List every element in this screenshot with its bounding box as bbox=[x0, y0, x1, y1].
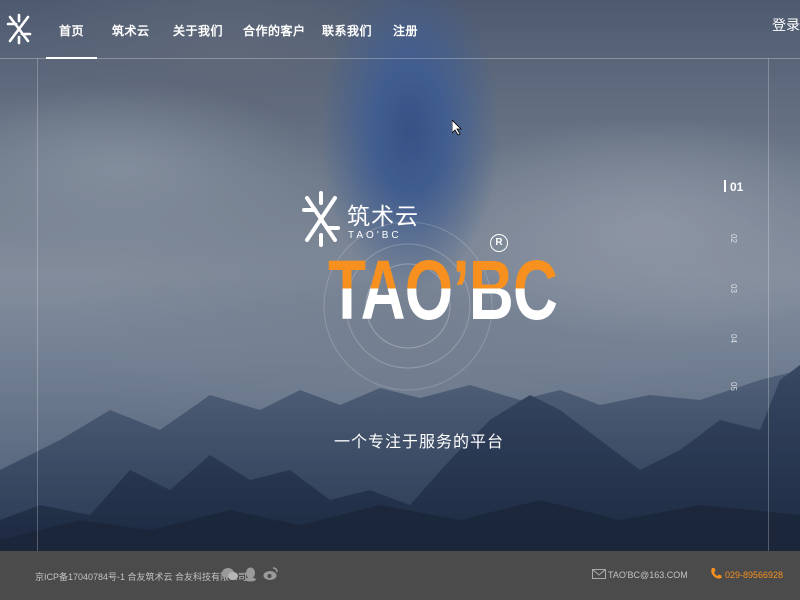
pager-item-05[interactable]: 05 bbox=[729, 382, 738, 391]
wechat-icon[interactable] bbox=[222, 567, 238, 581]
frame-line-left bbox=[37, 58, 38, 551]
brand-logo-icon bbox=[302, 191, 340, 247]
weibo-icon[interactable] bbox=[263, 567, 278, 581]
footer-email[interactable]: TAO'BC@163.COM bbox=[608, 570, 688, 580]
nav-register[interactable]: 注册 bbox=[393, 22, 418, 39]
pager-item-03[interactable]: 03 bbox=[729, 284, 738, 293]
nav-about-us[interactable]: 关于我们 bbox=[173, 22, 223, 39]
frame-line-right bbox=[768, 58, 769, 551]
mail-icon bbox=[592, 569, 606, 579]
login-link[interactable]: 登录 bbox=[772, 15, 800, 35]
top-navigation: 首页 筑术云 关于我们 合作的客户 联系我们 注册 登录 bbox=[0, 0, 800, 59]
nav-home[interactable]: 首页 bbox=[45, 22, 98, 59]
brand-name-en: TAO'BC bbox=[348, 230, 402, 241]
hero-title: TAO’BC bbox=[328, 243, 558, 337]
footer-phone[interactable]: 029-89566928 bbox=[725, 570, 783, 580]
nav-clients[interactable]: 合作的客户 bbox=[243, 22, 306, 39]
pager-active-bar bbox=[724, 180, 726, 192]
phone-icon bbox=[711, 568, 722, 579]
pager-item-04[interactable]: 04 bbox=[729, 334, 738, 343]
brand-name-cn: 筑术云 bbox=[347, 203, 419, 229]
nav-contact-us[interactable]: 联系我们 bbox=[322, 22, 372, 39]
qq-icon[interactable] bbox=[244, 567, 257, 582]
mouse-cursor-icon bbox=[452, 120, 462, 136]
hero-slogan: 一个专注于服务的平台 bbox=[334, 434, 505, 451]
pager-label: 01 bbox=[730, 180, 744, 194]
nav-zhushuyun[interactable]: 筑术云 bbox=[112, 22, 150, 39]
icp-record: 京ICP备17040784号-1 合友筑术云 合友科技有限公司 bbox=[35, 572, 248, 582]
pager-item-02[interactable]: 02 bbox=[729, 234, 738, 243]
taobc-logo-icon[interactable] bbox=[6, 12, 32, 46]
pager-item-01[interactable]: 01 bbox=[724, 180, 743, 194]
footer: 京ICP备17040784号-1 合友筑术云 合友科技有限公司 TAO'BC@1… bbox=[0, 551, 800, 600]
